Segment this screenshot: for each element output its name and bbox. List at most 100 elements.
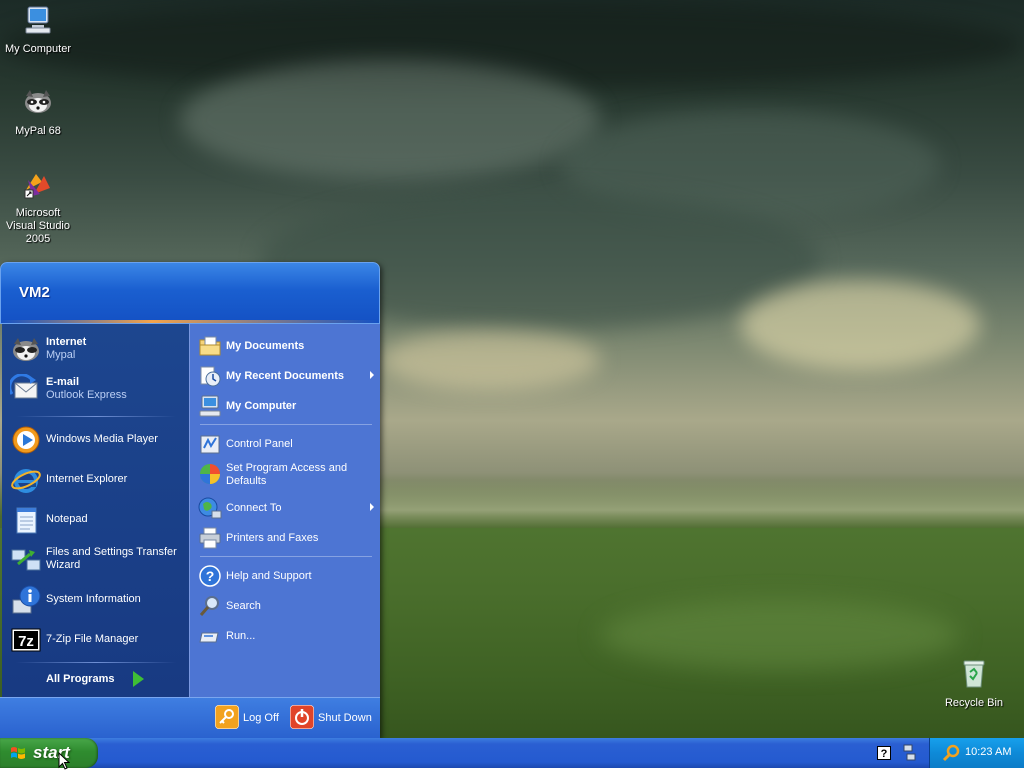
menu-separator bbox=[16, 662, 176, 663]
desktop-icon-visual-studio[interactable]: Microsoft Visual Studio 2005 bbox=[0, 168, 76, 246]
recent-documents-icon bbox=[200, 366, 221, 387]
transfer-wizard-icon bbox=[11, 549, 41, 571]
system-information-icon bbox=[12, 585, 41, 614]
menu-item-label: System Information bbox=[46, 593, 141, 605]
menu-separator bbox=[200, 424, 372, 425]
program-access-icon bbox=[200, 464, 220, 484]
menu-item-label: Files and Settings Transfer Wizard bbox=[46, 546, 177, 571]
shut-down-button[interactable]: Shut Down bbox=[290, 705, 375, 731]
desktop-icon-label: My Computer bbox=[4, 43, 72, 55]
menu-item-label: Help and Support bbox=[226, 570, 312, 582]
log-off-button[interactable]: Log Off bbox=[215, 705, 285, 731]
menu-separator bbox=[16, 416, 176, 417]
menu-separator bbox=[200, 556, 372, 557]
submenu-arrow-icon bbox=[370, 503, 374, 511]
key-icon bbox=[215, 705, 239, 729]
help-icon: ? bbox=[199, 565, 221, 587]
desktop-icon-mypal[interactable]: MyPal 68 bbox=[0, 86, 76, 138]
menu-item-printers-faxes[interactable]: Printers and Faxes bbox=[196, 524, 376, 552]
menu-item-connect-to[interactable]: Connect To bbox=[196, 494, 376, 522]
taskbar: start ? 10:23 AM bbox=[0, 738, 1024, 768]
desktop-icon-label: MyPal 68 bbox=[15, 125, 61, 137]
notepad-icon bbox=[16, 507, 37, 534]
mouse-cursor-icon bbox=[58, 752, 70, 770]
menu-item-label: Printers and Faxes bbox=[226, 532, 319, 544]
menu-item-help-support[interactable]: ? Help and Support bbox=[196, 562, 376, 590]
menu-item-control-panel[interactable]: Control Panel bbox=[196, 430, 376, 458]
printer-icon bbox=[199, 527, 221, 549]
menu-item-label: Set Program Access and Defaults bbox=[226, 462, 348, 487]
all-programs-label: All Programs bbox=[46, 673, 115, 685]
wallpaper-horizon bbox=[380, 480, 1024, 530]
menu-item-label: Run... bbox=[226, 630, 256, 642]
menu-item-my-computer[interactable]: My Computer bbox=[196, 392, 376, 420]
my-computer-icon bbox=[199, 395, 221, 417]
shut-down-label: Shut Down bbox=[318, 712, 372, 724]
menu-item-label: 7-Zip File Manager bbox=[46, 633, 139, 645]
menu-item-label: My Computer bbox=[226, 400, 297, 412]
menu-item-my-documents[interactable]: My Documents bbox=[196, 332, 376, 360]
outlook-express-icon bbox=[10, 374, 38, 399]
connect-to-icon bbox=[198, 497, 222, 519]
menu-item-run[interactable]: Run... bbox=[196, 622, 376, 650]
all-programs-button[interactable]: All Programs bbox=[2, 664, 189, 694]
power-icon bbox=[290, 705, 314, 729]
menu-item-subtitle: Mypal bbox=[46, 349, 76, 361]
my-computer-icon bbox=[25, 6, 51, 34]
menu-item-title: Internet bbox=[46, 336, 87, 348]
desktop-icon-label: Microsoft Visual Studio 2005 bbox=[5, 207, 70, 245]
desktop-icon-label: Recycle Bin bbox=[944, 697, 1004, 709]
start-button[interactable]: start bbox=[0, 738, 98, 768]
menu-item-set-program-access[interactable]: Set Program Access and Defaults bbox=[196, 460, 376, 494]
search-tray-icon[interactable] bbox=[942, 744, 960, 762]
log-off-label: Log Off bbox=[243, 712, 279, 724]
menu-item-windows-media-player[interactable]: Windows Media Player bbox=[8, 422, 186, 458]
desktop-icon-my-computer[interactable]: My Computer bbox=[0, 4, 76, 56]
menu-item-email[interactable]: E-mail Outlook Express bbox=[8, 372, 186, 408]
desktop-icon-recycle-bin[interactable]: Recycle Bin bbox=[936, 658, 1012, 710]
wallpaper-cloud-lit bbox=[380, 330, 600, 390]
my-documents-icon bbox=[199, 336, 221, 356]
menu-item-internet-explorer[interactable]: Internet Explorer bbox=[8, 462, 186, 498]
wallpaper-cloud bbox=[180, 60, 600, 180]
system-tray: 10:23 AM bbox=[929, 738, 1024, 768]
menu-item-label: Search bbox=[226, 600, 261, 612]
clock[interactable]: 10:23 AM bbox=[965, 746, 1011, 758]
menu-item-label: Internet Explorer bbox=[46, 473, 128, 485]
network-icon[interactable] bbox=[902, 744, 916, 762]
menu-item-label: Connect To bbox=[226, 502, 282, 514]
wallpaper-field-highlight bbox=[600, 600, 960, 670]
search-icon bbox=[199, 596, 219, 616]
start-menu-left-pane: Internet Mypal E-mail Outlook Express Wi… bbox=[2, 324, 189, 697]
menu-item-files-settings-transfer[interactable]: Files and Settings Transfer Wizard bbox=[8, 542, 186, 578]
start-menu: VM2 Internet Mypal E-mail Outlook Expres… bbox=[0, 262, 380, 738]
menu-item-my-recent-documents[interactable]: My Recent Documents bbox=[196, 362, 376, 390]
run-icon bbox=[199, 632, 219, 643]
header-accent-line bbox=[1, 320, 379, 323]
control-panel-icon bbox=[200, 435, 220, 454]
menu-item-notepad[interactable]: Notepad bbox=[8, 502, 186, 538]
internet-explorer-icon bbox=[11, 469, 41, 493]
recycle-bin-icon bbox=[963, 660, 985, 688]
menu-item-label: Windows Media Player bbox=[46, 433, 158, 445]
help-icon[interactable]: ? bbox=[877, 746, 891, 760]
menu-item-subtitle: Outlook Express bbox=[46, 389, 127, 401]
svg-text:7z: 7z bbox=[18, 633, 34, 650]
submenu-arrow-icon bbox=[370, 371, 374, 379]
arrow-right-icon bbox=[133, 671, 144, 687]
menu-item-search[interactable]: Search bbox=[196, 592, 376, 620]
windows-flag-icon bbox=[11, 747, 25, 759]
menu-item-label: Control Panel bbox=[226, 438, 293, 450]
start-menu-right-pane: My Documents My Recent Documents My Comp… bbox=[189, 324, 380, 697]
wallpaper-cloud-lit bbox=[740, 280, 980, 370]
menu-item-internet[interactable]: Internet Mypal bbox=[8, 332, 186, 368]
menu-item-title: E-mail bbox=[46, 376, 80, 388]
media-player-icon bbox=[12, 426, 40, 454]
start-menu-header: VM2 bbox=[0, 262, 380, 324]
menu-item-label: Notepad bbox=[46, 513, 88, 525]
menu-item-7zip[interactable]: 7z 7-Zip File Manager bbox=[8, 622, 186, 658]
user-name: VM2 bbox=[19, 284, 50, 301]
menu-item-system-information[interactable]: System Information bbox=[8, 582, 186, 618]
start-menu-footer: Log Off Shut Down bbox=[0, 697, 380, 738]
raccoon-icon bbox=[13, 338, 39, 361]
